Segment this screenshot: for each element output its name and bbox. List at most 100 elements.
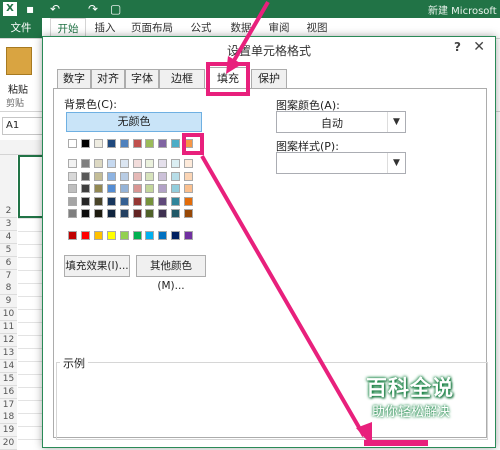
tint-color-swatch[interactable]	[145, 171, 155, 181]
ok-button-highlight[interactable]	[364, 440, 428, 446]
tab-data[interactable]: 数据	[226, 18, 256, 38]
tint-color-swatch[interactable]	[132, 171, 142, 181]
redo-icon[interactable]: ↷	[88, 1, 98, 17]
no-color-button[interactable]: 无颜色	[66, 112, 202, 132]
row-header[interactable]: 6	[0, 256, 17, 270]
standard-color-swatch[interactable]	[171, 231, 181, 240]
save-icon[interactable]: ▪	[26, 1, 34, 17]
tab-page-layout[interactable]: 页面布局	[126, 18, 178, 38]
row-header[interactable]: 15	[0, 372, 17, 386]
tint-color-swatch[interactable]	[145, 184, 155, 193]
tint-color-swatch[interactable]	[80, 171, 90, 181]
standard-color-swatch[interactable]	[80, 231, 90, 240]
row-header[interactable]: 4	[0, 230, 17, 244]
tint-color-swatch[interactable]	[145, 196, 155, 206]
tint-color-swatch[interactable]	[132, 209, 142, 218]
row-header[interactable]: 12	[0, 334, 17, 347]
chevron-down-icon[interactable]: ▼	[387, 112, 405, 132]
row-header[interactable]: 16	[0, 385, 17, 399]
standard-color-swatch[interactable]	[106, 231, 116, 240]
tint-color-swatch[interactable]	[106, 184, 116, 193]
tint-color-swatch[interactable]	[132, 184, 142, 193]
theme-color-swatch[interactable]	[119, 139, 129, 148]
row-header[interactable]: 2	[0, 205, 17, 218]
row-header[interactable]: 3	[0, 217, 17, 231]
tint-color-swatch[interactable]	[119, 209, 129, 218]
tab-border[interactable]: 边框	[159, 69, 205, 89]
row-header[interactable]: 20	[0, 437, 17, 450]
help-button[interactable]: ?	[454, 40, 461, 54]
tint-color-swatch[interactable]	[106, 196, 116, 206]
tint-color-swatch[interactable]	[184, 209, 194, 218]
tint-color-swatch[interactable]	[145, 159, 155, 168]
paste-label[interactable]: 粘贴	[8, 81, 28, 96]
tint-color-swatch[interactable]	[184, 171, 194, 181]
tab-review[interactable]: 审阅	[264, 18, 294, 38]
tab-number[interactable]: 数字	[57, 69, 91, 89]
tint-color-swatch[interactable]	[119, 159, 129, 168]
pattern-color-select[interactable]: 自动 ▼	[276, 111, 406, 133]
standard-color-swatch[interactable]	[132, 231, 142, 240]
tint-color-swatch[interactable]	[145, 209, 155, 218]
theme-color-swatch[interactable]	[80, 139, 90, 148]
tint-color-swatch[interactable]	[132, 196, 142, 206]
print-preview-icon[interactable]: ▢	[110, 1, 121, 17]
tint-color-swatch[interactable]	[93, 171, 103, 181]
undo-icon[interactable]: ↶	[50, 1, 60, 17]
tint-color-swatch[interactable]	[80, 184, 90, 193]
tint-color-swatch[interactable]	[158, 159, 168, 168]
row-header[interactable]: 13	[0, 346, 17, 360]
tab-file[interactable]: 文件	[0, 18, 42, 38]
chevron-down-icon[interactable]: ▼	[387, 153, 405, 173]
row-header[interactable]: 10	[0, 308, 17, 322]
tint-color-swatch[interactable]	[68, 159, 77, 168]
tint-color-swatch[interactable]	[171, 159, 181, 168]
tint-color-swatch[interactable]	[68, 209, 77, 218]
theme-color-swatch[interactable]	[171, 139, 181, 148]
tint-color-swatch[interactable]	[119, 171, 129, 181]
tint-color-swatch[interactable]	[132, 159, 142, 168]
tint-color-swatch[interactable]	[171, 196, 181, 206]
tint-color-swatch[interactable]	[184, 184, 194, 193]
tint-color-swatch[interactable]	[119, 184, 129, 193]
name-box[interactable]: A1	[2, 117, 43, 135]
tab-view[interactable]: 视图	[302, 18, 332, 38]
tint-color-swatch[interactable]	[93, 209, 103, 218]
tint-color-swatch[interactable]	[93, 196, 103, 206]
standard-color-swatch[interactable]	[68, 231, 77, 240]
tint-color-swatch[interactable]	[171, 171, 181, 181]
tint-color-swatch[interactable]	[119, 196, 129, 206]
tint-color-swatch[interactable]	[80, 159, 90, 168]
tint-color-swatch[interactable]	[158, 184, 168, 193]
tint-color-swatch[interactable]	[106, 209, 116, 218]
theme-color-swatch[interactable]	[106, 139, 116, 148]
paste-icon[interactable]	[6, 47, 32, 75]
tint-color-swatch[interactable]	[68, 196, 77, 206]
tint-color-swatch[interactable]	[158, 196, 168, 206]
standard-color-swatch[interactable]	[93, 231, 103, 240]
row-header[interactable]: 14	[0, 359, 17, 373]
row-header[interactable]: 18	[0, 411, 17, 425]
tint-color-swatch[interactable]	[106, 171, 116, 181]
tint-color-swatch[interactable]	[80, 196, 90, 206]
tint-color-swatch[interactable]	[171, 209, 181, 218]
theme-color-swatch[interactable]	[158, 139, 168, 148]
tint-color-swatch[interactable]	[171, 184, 181, 193]
tab-alignment[interactable]: 对齐	[91, 69, 125, 89]
standard-color-swatch[interactable]	[184, 231, 194, 240]
row-header[interactable]: 5	[0, 243, 17, 257]
tint-color-swatch[interactable]	[106, 159, 116, 168]
sheet-grid[interactable]	[18, 218, 44, 446]
tint-color-swatch[interactable]	[184, 196, 194, 206]
row-header[interactable]: 9	[0, 295, 17, 309]
fill-effects-button[interactable]: 填充效果(I)...	[64, 255, 130, 277]
tint-color-swatch[interactable]	[68, 184, 77, 193]
tint-color-swatch[interactable]	[93, 184, 103, 193]
tint-color-swatch[interactable]	[158, 171, 168, 181]
tint-color-swatch[interactable]	[184, 159, 194, 168]
row-header[interactable]: 8	[0, 282, 17, 296]
pattern-style-select[interactable]: ▼	[276, 152, 406, 174]
tab-formulas[interactable]: 公式	[186, 18, 216, 38]
tab-insert[interactable]: 插入	[90, 18, 120, 38]
theme-color-swatch[interactable]	[93, 139, 103, 148]
